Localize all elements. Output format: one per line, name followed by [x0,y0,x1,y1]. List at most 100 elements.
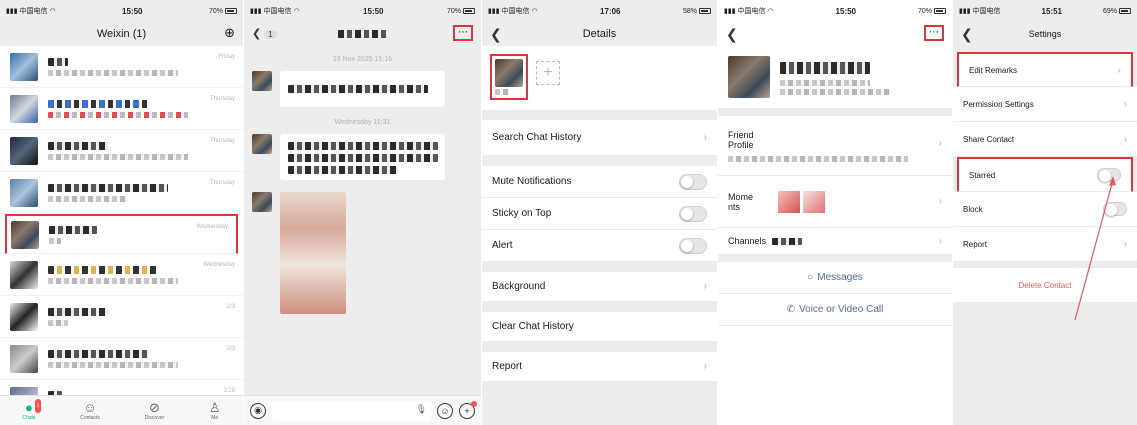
chat-item[interactable]: Thursday [0,130,243,172]
sticky-toggle[interactable] [679,205,707,222]
chat-time: Friday [218,54,235,60]
mute-notifications-row: Mute Notifications [482,166,717,198]
button-label: Voice or Video Call [799,304,884,315]
row-label: Mome nts [728,191,754,212]
back-button[interactable]: ❮ 1 [252,27,277,40]
carrier-text: ▮▮▮ 中国电信 [959,8,1001,15]
tab-contacts[interactable]: ☺ Contacts [80,399,100,421]
plus-circle-icon[interactable]: ⊕ [224,25,235,41]
message [244,192,481,314]
sticky-on-top-row: Sticky on Top [482,198,717,230]
chat-item[interactable]: 2/3 [0,296,243,338]
edit-remarks-row[interactable]: Edit Remarks › [957,52,1133,87]
input-bar: ◉ 🎙 ☺ + [244,395,481,425]
messages-button[interactable]: ○ Messages [718,262,952,294]
emoji-icon[interactable]: ☺ [437,402,453,419]
nav-bar: ❮ Details [482,22,717,46]
chat-item[interactable]: 2/3 [0,338,243,380]
clear-chat-history-row[interactable]: Clear Chat History [482,312,717,342]
nav-bar: ❮ Settings [953,22,1137,46]
message [244,134,481,180]
ellipsis-icon[interactable]: ⋯ [924,25,944,41]
chat-list: Friday Thursday Thursday Thursday Wednes… [0,46,243,410]
clock: 15:50 [835,6,857,16]
delete-contact-button[interactable]: Delete Contact [953,268,1137,303]
chat-time: 2/3 [226,346,235,352]
voice-video-call-button[interactable]: ✆ Voice or Video Call [718,294,952,326]
search-chat-history-row[interactable]: Search Chat History › [482,120,717,156]
status-bar: ▮▮▮ 中国电信 ◠ 17:06 58% [482,0,717,22]
battery-status: 58% [683,8,711,15]
voice-toggle-icon[interactable]: ◉ [250,402,266,419]
row-label: Alert [492,240,513,251]
message-bubble[interactable] [280,71,445,107]
mic-icon[interactable]: 🎙 [416,404,427,415]
chat-time: Wednesday [196,224,228,230]
image-message[interactable] [280,192,346,314]
tab-me[interactable]: ♙ Me [209,400,221,421]
page-title: Settings [1028,29,1062,39]
background-row[interactable]: Background › [482,272,717,302]
plus-circle-icon[interactable]: + [459,400,477,419]
share-contact-row[interactable]: Share Contact › [953,122,1137,157]
contact-settings-screen: ▮▮▮ 中国电信 15:51 69% ❮ Settings Edit Remar… [953,0,1137,425]
mute-toggle[interactable] [679,173,707,190]
ellipsis-icon[interactable]: ⋯ [453,25,473,41]
avatar [10,136,38,165]
tab-discover[interactable]: ⊘ Discover [145,400,164,421]
battery-icon [225,7,237,14]
permission-settings-row[interactable]: Permission Settings › [953,87,1137,122]
avatar [252,71,272,91]
message-bubble[interactable] [280,134,445,180]
moments-row[interactable]: Mome nts › [718,176,952,228]
battery-status: 70% [918,8,946,15]
nav-bar: ❮ ⋯ [718,22,952,46]
chat-item[interactable]: Thursday [0,172,243,214]
friend-profile-row[interactable]: Friend Profile › [718,116,952,176]
chevron-right-icon: › [938,138,942,149]
nav-bar: ❮ 1 ⋯ [244,22,481,46]
row-label: Background [492,281,546,292]
avatar [10,260,38,289]
message-timestamp: Wednesday 11:31 [334,119,391,126]
back-button[interactable]: ❮ [490,26,502,43]
starred-toggle[interactable] [1097,168,1121,182]
member-avatar-highlight[interactable] [490,54,528,100]
report-row[interactable]: Report › [953,227,1137,262]
message-input[interactable]: 🎙 [272,400,431,421]
tab-chats[interactable]: ● 1 Chats [22,398,42,421]
contact-name-redacted [780,62,870,74]
avatar [10,178,38,207]
row-label: Report [963,239,988,249]
row-label: Block [963,204,983,214]
battery-icon [699,7,711,14]
chat-time: Thursday [209,138,235,144]
add-member-button[interactable]: + [536,61,560,85]
contacts-icon: ☺ [83,399,97,415]
avatar[interactable] [728,56,770,98]
chat-item[interactable]: Friday [0,46,243,88]
row-label: Edit Remarks [969,65,1018,75]
chevron-right-icon: › [1123,238,1127,250]
status-bar: ▮▮▮ 中国电信 15:51 69% [953,0,1137,22]
battery-status: 70% [447,8,475,15]
block-toggle[interactable] [1103,202,1127,216]
clock: 17:06 [600,6,621,16]
channels-row[interactable]: Channels › [718,228,952,262]
nav-bar: Weixin (1) ⊕ [0,22,243,46]
battery-icon [463,7,475,14]
back-button[interactable]: ❮ [961,26,973,43]
chat-item-selected[interactable]: Wednesday [5,214,238,254]
battery-icon [1119,7,1131,14]
chat-item[interactable]: Wednesday [0,254,243,296]
battery-status: 69% [1103,8,1131,15]
chevron-right-icon: › [1123,133,1127,145]
report-row[interactable]: Report › [482,352,717,382]
chevron-right-icon: › [1123,98,1127,110]
row-label: Search Chat History [492,132,582,143]
row-label: Share Contact [963,134,1015,144]
alert-toggle[interactable] [679,237,707,254]
chat-item[interactable]: Thursday [0,88,243,130]
chat-bubble-icon: ● 1 [24,398,42,415]
back-button[interactable]: ❮ [726,26,738,43]
